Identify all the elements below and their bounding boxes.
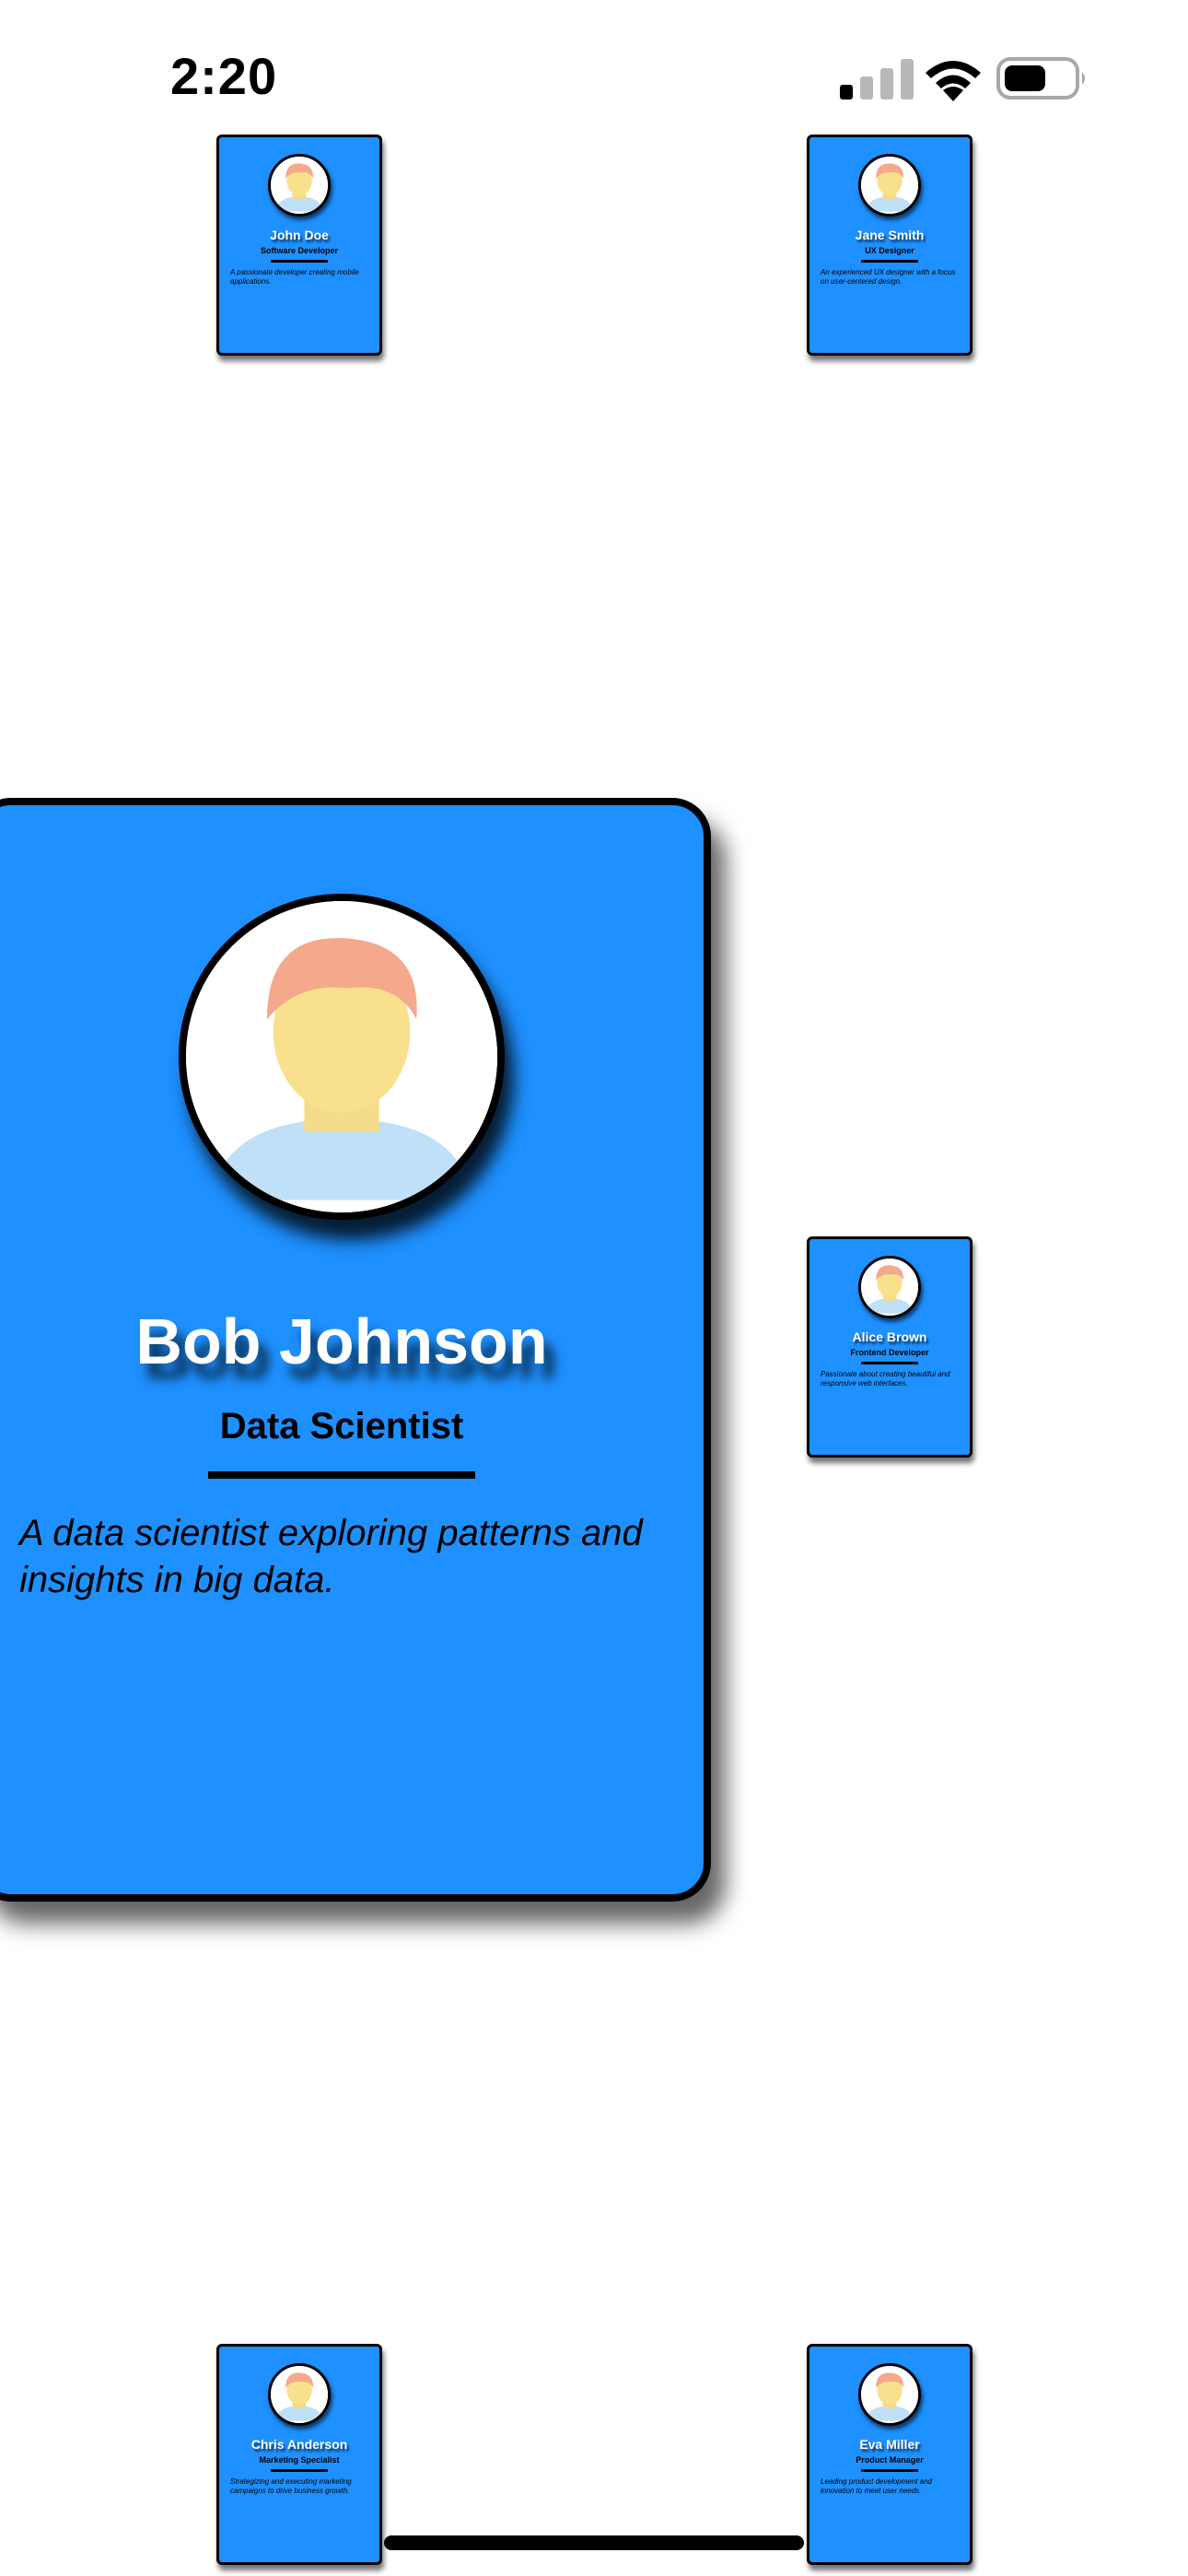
card-divider (861, 2469, 918, 2472)
wifi-icon (926, 61, 981, 101)
card-divider (271, 2469, 328, 2472)
card-bio: Passionate about creating beautiful and … (821, 1370, 950, 1388)
card-divider (271, 260, 328, 263)
card-role: Frontend Developer (850, 1348, 929, 1357)
card-bio: An experienced UX designer with a focus … (821, 268, 956, 286)
cellular-signal-icon (840, 59, 914, 100)
card-role: Software Developer (260, 246, 339, 255)
card-role: Data Scientist (219, 1406, 464, 1446)
card-bio: A passionate developer creating mobile a… (230, 268, 359, 286)
profile-card-chris-anderson[interactable]: Chris Anderson Marketing Specialist Stra… (216, 2344, 382, 2565)
user-avatar-icon (268, 2363, 331, 2426)
card-bio: A data scientist exploring patterns and … (19, 1513, 643, 1600)
card-role: Product Manager (856, 2455, 924, 2465)
profile-card-alice-brown[interactable]: Alice Brown Frontend Developer Passionat… (807, 1236, 973, 1458)
status-bar: 2:20 (0, 0, 1188, 157)
card-divider (861, 1362, 918, 1364)
profile-card-bob-johnson[interactable]: Bob Johnson Data Scientist A data scient… (0, 798, 711, 1902)
card-name: Bob Johnson (135, 1306, 548, 1377)
card-bio: Leading product development and innovati… (821, 2477, 932, 2495)
status-time: 2:20 (170, 47, 278, 105)
profile-card-john-doe[interactable]: John Doe Software Developer A passionate… (216, 135, 382, 356)
home-indicator[interactable] (384, 2535, 804, 2550)
battery-icon (996, 57, 1085, 100)
card-name: Jane Smith (855, 228, 925, 242)
card-role: UX Designer (865, 246, 914, 255)
user-avatar-icon (268, 154, 331, 217)
card-name: John Doe (270, 228, 329, 242)
user-avatar-icon (858, 154, 921, 217)
card-name: Alice Brown (852, 1329, 927, 1344)
card-divider (861, 260, 918, 263)
user-avatar-icon (858, 1256, 921, 1318)
user-avatar-icon (179, 894, 505, 1220)
card-name: Eva Miller (859, 2437, 920, 2452)
profile-card-eva-miller[interactable]: Eva Miller Product Manager Leading produ… (807, 2344, 973, 2565)
card-role: Marketing Specialist (259, 2455, 340, 2465)
card-name: Chris Anderson (250, 2437, 348, 2452)
profile-card-jane-smith[interactable]: Jane Smith UX Designer An experienced UX… (807, 135, 973, 356)
user-avatar-icon (858, 2363, 921, 2426)
card-divider (208, 1471, 475, 1479)
card-bio: Strategizing and executing marketing cam… (230, 2477, 352, 2495)
